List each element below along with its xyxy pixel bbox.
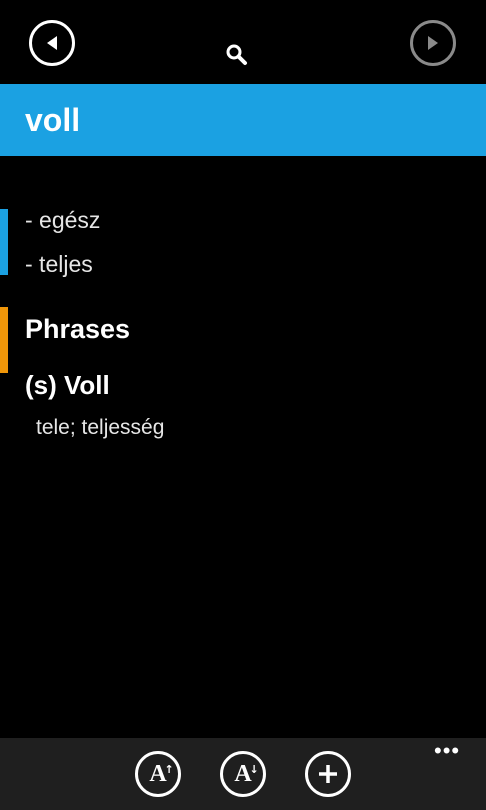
add-button[interactable]: [305, 751, 351, 797]
search-button[interactable]: [224, 42, 250, 68]
forward-button[interactable]: [410, 20, 456, 66]
meaning-item: - egész: [25, 207, 101, 233]
phrase-translation: tele; teljesség: [36, 416, 165, 439]
increase-font-icon: A ↑: [149, 761, 174, 787]
meaning-item: - teljes: [25, 251, 93, 277]
back-button[interactable]: [29, 20, 75, 66]
forward-arrow-icon: [428, 36, 438, 50]
top-bar: [0, 0, 486, 84]
meanings-accent-bar: [0, 209, 8, 275]
back-arrow-icon: [47, 36, 57, 50]
phrases-heading: Phrases: [25, 314, 131, 344]
add-icon: [319, 765, 337, 783]
app-bar: A ↑ A ↓ •••: [0, 738, 486, 810]
search-icon: [226, 44, 247, 65]
word-header: voll: [0, 84, 486, 156]
phrase-title: (s) Voll: [25, 370, 110, 400]
decrease-font-icon: A ↓: [234, 761, 259, 787]
decrease-font-button[interactable]: A ↓: [220, 751, 266, 797]
phrases-accent-bar: [0, 307, 8, 373]
more-options-button[interactable]: •••: [434, 740, 460, 762]
increase-font-button[interactable]: A ↑: [135, 751, 181, 797]
word-title: voll: [25, 102, 81, 138]
